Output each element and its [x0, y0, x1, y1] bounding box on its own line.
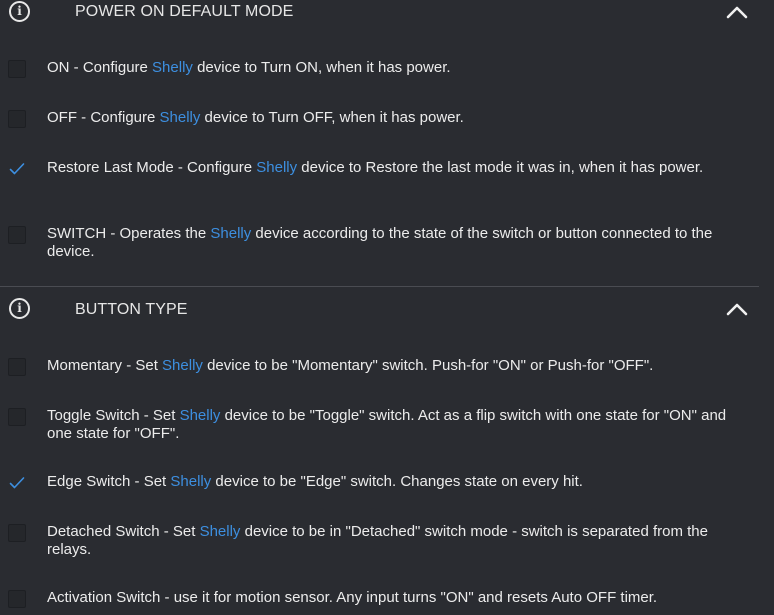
section-title: POWER ON DEFAULT MODE: [75, 3, 294, 20]
info-icon[interactable]: i: [9, 1, 30, 22]
info-icon[interactable]: i: [9, 298, 30, 319]
section-header-button-type[interactable]: i BUTTON TYPE: [0, 297, 774, 327]
checkbox[interactable]: [8, 226, 26, 244]
checkbox[interactable]: [8, 160, 26, 178]
checkbox[interactable]: [8, 60, 26, 78]
option-label: OFF - Configure Shelly device to Turn OF…: [47, 109, 464, 126]
checkbox[interactable]: [8, 524, 26, 542]
chevron-up-icon[interactable]: [726, 302, 748, 316]
checkmark-icon: [9, 477, 25, 489]
checkbox[interactable]: [8, 590, 26, 608]
option-label: ON - Configure Shelly device to Turn ON,…: [47, 59, 451, 76]
checkbox[interactable]: [8, 408, 26, 426]
option-label: SWITCH - Operates the Shelly device acco…: [47, 225, 713, 260]
checkmark-icon: [9, 163, 25, 175]
checkbox[interactable]: [8, 110, 26, 128]
option-label: Activation Switch - use it for motion se…: [47, 589, 658, 606]
option-label: Edge Switch - Set Shelly device to be "E…: [47, 473, 583, 490]
option-label: Toggle Switch - Set Shelly device to be …: [47, 407, 727, 442]
option-label: Detached Switch - Set Shelly device to b…: [47, 523, 708, 558]
checkbox[interactable]: [8, 474, 26, 492]
section-title: BUTTON TYPE: [75, 301, 188, 318]
checkbox[interactable]: [8, 358, 26, 376]
section-header-power-on-default-mode[interactable]: i POWER ON DEFAULT MODE: [0, 0, 774, 30]
chevron-up-icon[interactable]: [726, 5, 748, 19]
option-label: Restore Last Mode - Configure Shelly dev…: [47, 159, 704, 176]
section-divider: [0, 286, 759, 287]
option-label: Momentary - Set Shelly device to be "Mom…: [47, 357, 654, 374]
